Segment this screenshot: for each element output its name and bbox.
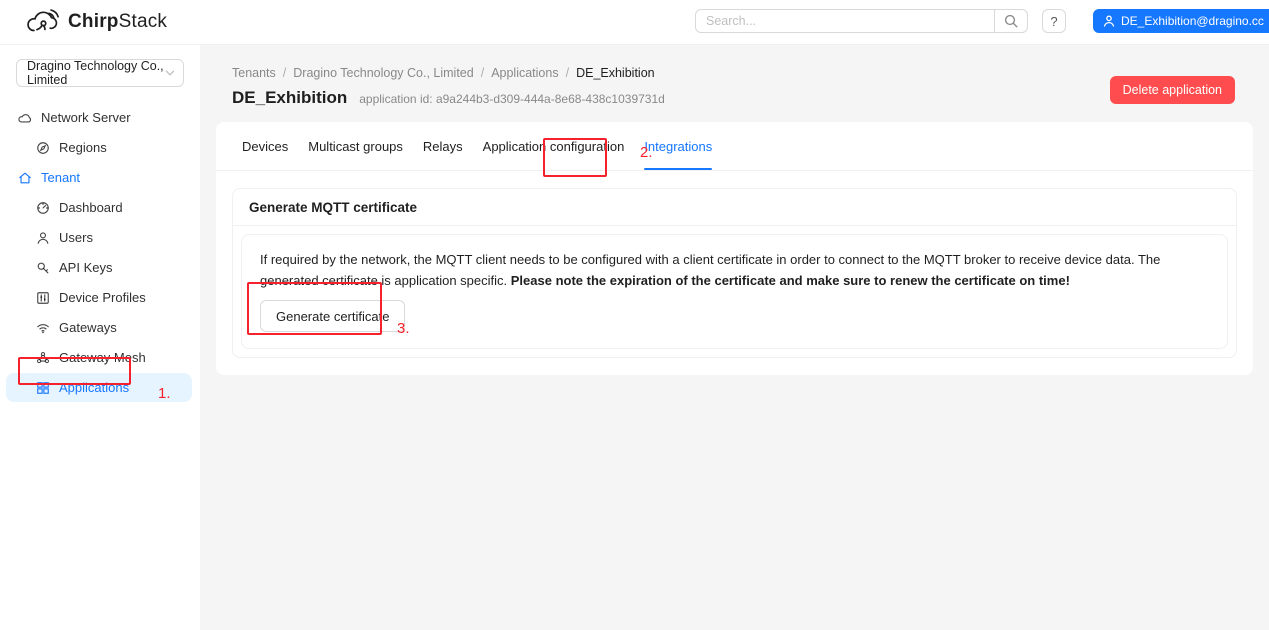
generate-certificate-button[interactable]: Generate certificate <box>260 300 405 332</box>
breadcrumb-separator: / <box>283 66 286 80</box>
mesh-icon <box>36 351 50 365</box>
user-icon <box>36 231 50 245</box>
card-title: Generate MQTT certificate <box>233 189 1236 226</box>
sidebar-item-regions[interactable]: Regions <box>0 133 192 162</box>
compass-icon <box>36 141 50 155</box>
logo-text: ChirpStack <box>68 11 167 33</box>
sidebar-item-label: Users <box>59 230 93 245</box>
chirpstack-logo[interactable]: ChirpStack <box>24 8 167 35</box>
sidebar-item-device-profiles[interactable]: Device Profiles <box>0 283 192 312</box>
certificate-info-box: If required by the network, the MQTT cli… <box>241 234 1228 349</box>
cloud-logo-icon <box>24 8 62 35</box>
global-search <box>695 9 1028 33</box>
tenant-selector-value: Dragino Technology Co., Limited <box>27 59 165 87</box>
breadcrumb-tenant-name[interactable]: Dragino Technology Co., Limited <box>293 66 473 80</box>
sidebar-item-dashboard[interactable]: Dashboard <box>0 193 192 222</box>
sidebar-item-tenant[interactable]: Tenant <box>0 163 192 192</box>
application-id-text: application id: a9a244b3-d309-444a-8e68-… <box>359 92 665 106</box>
application-panel: Devices Multicast groups Relays Applicat… <box>216 122 1253 375</box>
main-content: Tenants / Dragino Technology Co., Limite… <box>200 45 1269 630</box>
page-title: DE_Exhibition <box>232 88 347 108</box>
sidebar: Dragino Technology Co., Limited Network … <box>0 45 200 630</box>
page-header: Tenants / Dragino Technology Co., Limite… <box>200 45 1269 108</box>
breadcrumb-applications[interactable]: Applications <box>491 66 558 80</box>
appstore-icon <box>36 381 50 395</box>
mqtt-certificate-card: Generate MQTT certificate If required by… <box>232 188 1237 358</box>
dashboard-icon <box>36 201 50 215</box>
wifi-icon <box>36 321 50 335</box>
tab-relays[interactable]: Relays <box>423 122 463 170</box>
help-button[interactable]: ? <box>1042 9 1066 33</box>
top-header: ChirpStack ? DE_Exhibition@dragino.cc <box>0 0 1269 45</box>
tab-integrations[interactable]: Integrations <box>644 122 712 170</box>
breadcrumb: Tenants / Dragino Technology Co., Limite… <box>232 66 1235 80</box>
breadcrumb-current: DE_Exhibition <box>576 66 655 80</box>
breadcrumb-separator: / <box>481 66 484 80</box>
sidebar-item-label: Device Profiles <box>59 290 146 305</box>
sidebar-item-label: Dashboard <box>59 200 123 215</box>
application-tabs: Devices Multicast groups Relays Applicat… <box>216 122 1253 171</box>
user-icon <box>1103 15 1115 27</box>
sidebar-item-gateway-mesh[interactable]: Gateway Mesh <box>0 343 192 372</box>
tenant-selector[interactable]: Dragino Technology Co., Limited <box>16 59 184 87</box>
breadcrumb-tenants[interactable]: Tenants <box>232 66 276 80</box>
home-icon <box>18 171 32 185</box>
sidebar-item-label: Tenant <box>41 170 80 185</box>
tab-devices[interactable]: Devices <box>242 122 288 170</box>
sidebar-menu: Network Server Regions Tenant Dashboard … <box>0 103 200 402</box>
sidebar-item-label: API Keys <box>59 260 112 275</box>
cloud-icon <box>18 111 32 125</box>
search-icon <box>1004 14 1018 28</box>
sidebar-item-label: Applications <box>59 380 129 395</box>
sidebar-item-gateways[interactable]: Gateways <box>0 313 192 342</box>
tab-multicast-groups[interactable]: Multicast groups <box>308 122 403 170</box>
profile-icon <box>36 291 50 305</box>
sidebar-item-api-keys[interactable]: API Keys <box>0 253 192 282</box>
sidebar-item-users[interactable]: Users <box>0 223 192 252</box>
sidebar-item-label: Regions <box>59 140 107 155</box>
sidebar-item-network-server[interactable]: Network Server <box>0 103 192 132</box>
sidebar-item-label: Gateways <box>59 320 117 335</box>
sidebar-item-label: Network Server <box>41 110 131 125</box>
search-button[interactable] <box>994 9 1028 33</box>
chevron-down-icon <box>165 68 175 78</box>
sidebar-item-applications[interactable]: Applications <box>6 373 192 402</box>
search-input[interactable] <box>695 9 994 33</box>
user-menu-label: DE_Exhibition@dragino.cc <box>1121 14 1264 28</box>
breadcrumb-separator: / <box>566 66 569 80</box>
certificate-description: If required by the network, the MQTT cli… <box>260 249 1209 291</box>
sidebar-item-label: Gateway Mesh <box>59 350 146 365</box>
delete-application-button[interactable]: Delete application <box>1110 76 1235 104</box>
user-menu-button[interactable]: DE_Exhibition@dragino.cc <box>1093 9 1269 33</box>
tab-application-configuration[interactable]: Application configuration <box>483 122 625 170</box>
key-icon <box>36 261 50 275</box>
